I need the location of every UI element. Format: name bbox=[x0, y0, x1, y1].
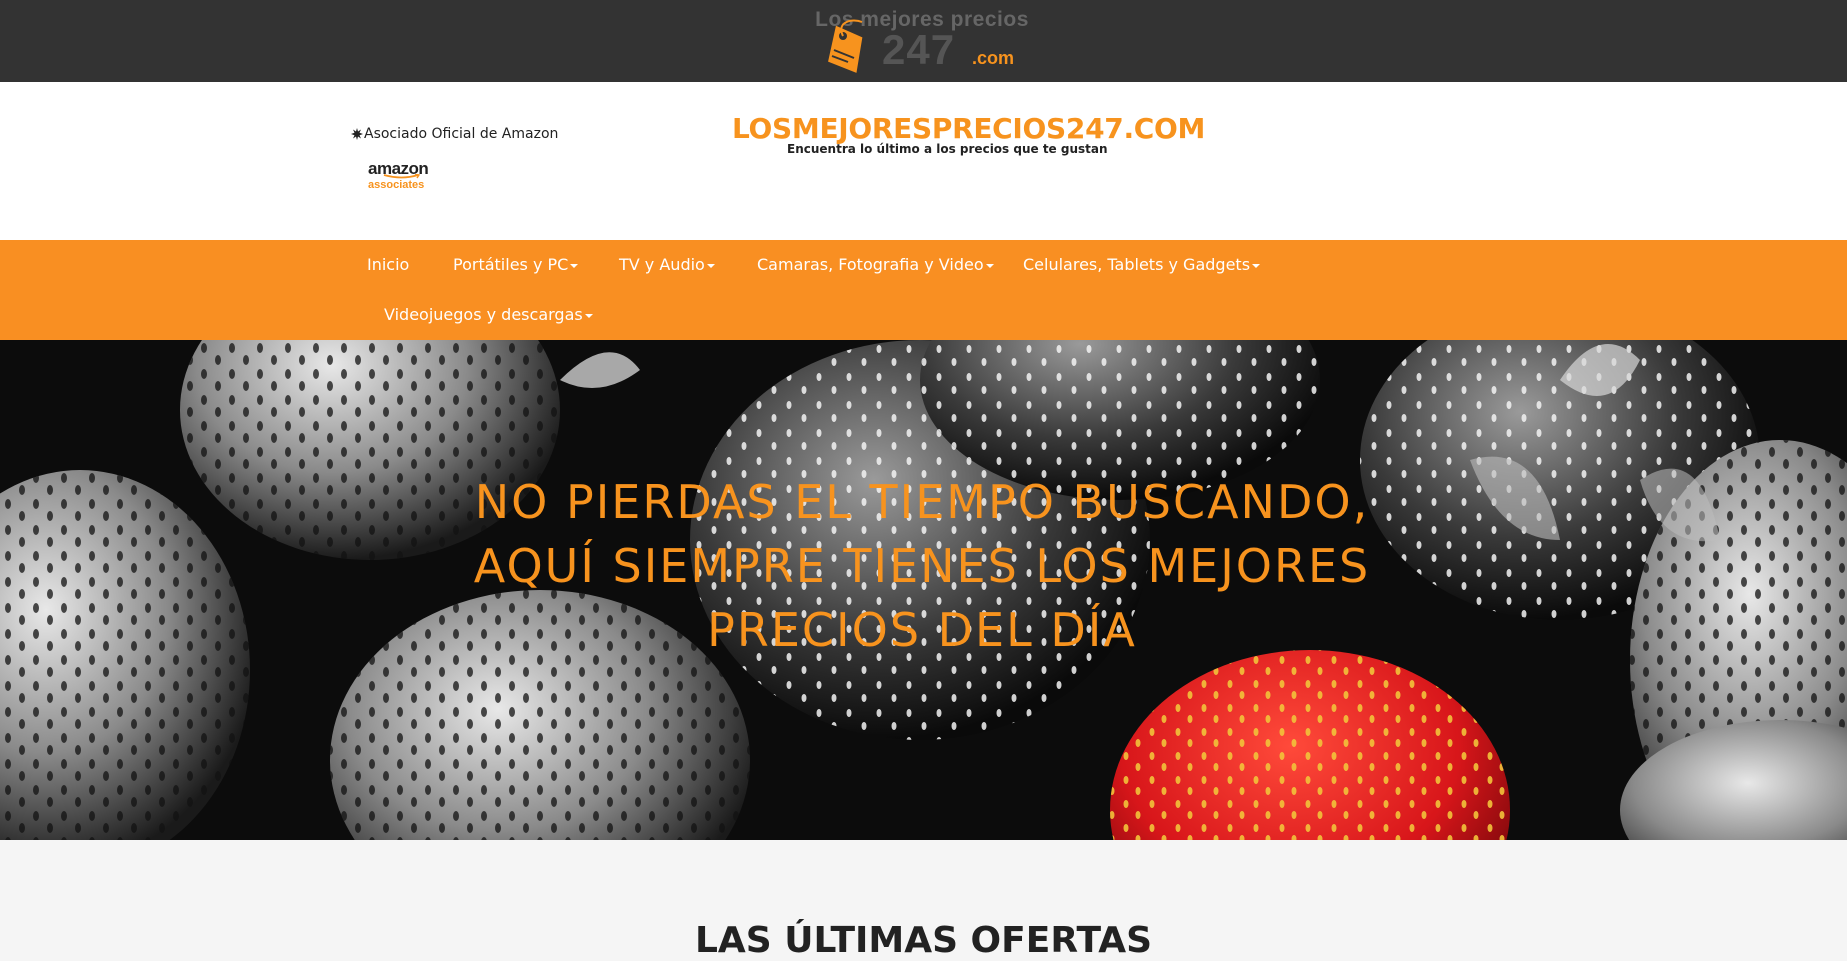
caret-down-icon bbox=[985, 263, 994, 268]
top-bar: Los mejores precios 247 .com bbox=[0, 0, 1847, 82]
logo-suffix: .com bbox=[972, 48, 1015, 68]
site-tagline: Encuentra lo último a los precios que te… bbox=[787, 142, 1108, 156]
hero-headline: No pierdas el tiempo buscando, aquí siem… bbox=[473, 475, 1371, 657]
associate-text: Asociado Oficial de Amazon bbox=[364, 126, 559, 142]
caret-down-icon bbox=[570, 263, 579, 268]
nav-item-celulares[interactable]: Celulares, Tablets y Gadgets bbox=[1023, 255, 1261, 274]
amazon-associate-label: Asociado Oficial de Amazon bbox=[351, 126, 558, 142]
site-logo[interactable]: Los mejores precios 247 .com bbox=[806, 8, 1038, 78]
offers-section: LAS ÚLTIMAS OFERTAS bbox=[0, 840, 1847, 961]
nav-item-label: Portátiles y PC bbox=[453, 255, 569, 274]
amazon-word: amazon bbox=[368, 159, 429, 178]
logo-number: 247 bbox=[882, 26, 956, 73]
burst-icon bbox=[351, 128, 363, 140]
offers-title: LAS ÚLTIMAS OFERTAS bbox=[694, 920, 1152, 961]
nav-item-label: Celulares, Tablets y Gadgets bbox=[1023, 255, 1251, 274]
site-header: Asociado Oficial de Amazon amazon associ… bbox=[0, 82, 1847, 240]
nav-item-portatiles[interactable]: Portátiles y PC bbox=[453, 255, 579, 274]
nav-item-label: Inicio bbox=[367, 255, 410, 274]
hero-banner: No pierdas el tiempo buscando, aquí siem… bbox=[0, 340, 1847, 840]
site-title[interactable]: LOSMEJORESPRECIOS247.COM bbox=[732, 112, 1205, 145]
nav-item-tv-audio[interactable]: TV y Audio bbox=[619, 255, 715, 274]
amazon-associates-logo[interactable]: amazon associates bbox=[368, 160, 432, 191]
nav-item-videojuegos[interactable]: Videojuegos y descargas bbox=[384, 305, 593, 324]
nav-item-label: Videojuegos y descargas bbox=[384, 305, 583, 324]
main-nav: Inicio Portátiles y PC TV y Audio Camara… bbox=[0, 240, 1847, 340]
amazon-sub: associates bbox=[368, 179, 425, 191]
caret-down-icon bbox=[706, 263, 715, 268]
price-tag-icon bbox=[828, 19, 863, 73]
nav-item-camaras[interactable]: Camaras, Fotografia y Video bbox=[757, 255, 994, 274]
nav-item-label: TV y Audio bbox=[619, 255, 705, 274]
nav-item-inicio[interactable]: Inicio bbox=[367, 255, 409, 274]
caret-down-icon bbox=[1252, 263, 1261, 268]
caret-down-icon bbox=[584, 313, 593, 318]
nav-item-label: Camaras, Fotografia y Video bbox=[757, 255, 984, 274]
